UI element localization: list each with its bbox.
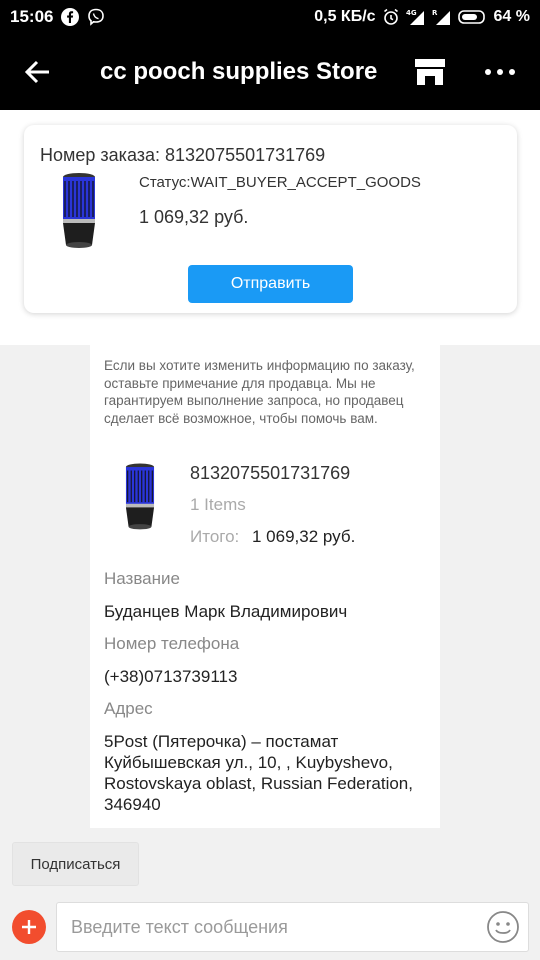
message-items-count: 1 Items — [190, 495, 246, 514]
store-button[interactable] — [400, 34, 460, 110]
order-message: Если вы хотите изменить информацию по за… — [90, 345, 440, 828]
status-bar: 15:06 0,5 КБ/с 4G R 64 % — [0, 0, 540, 34]
message-total-label: Итого: — [190, 527, 240, 546]
product-image[interactable] — [54, 169, 104, 251]
phone-value: (+38)0713739113 — [104, 667, 238, 686]
facebook-icon — [61, 8, 80, 26]
name-value: Буданцев Марк Владимирович — [104, 602, 348, 621]
address-label: Адрес — [104, 699, 153, 718]
add-attachment-button[interactable] — [12, 910, 46, 944]
smiley-icon — [487, 911, 519, 943]
battery-percent: 64 % — [493, 8, 530, 25]
order-status: Статус:WAIT_BUYER_ACCEPT_GOODS — [139, 174, 421, 191]
signal-4g-icon: 4G — [406, 9, 426, 25]
battery-icon — [457, 9, 488, 25]
send-button[interactable]: Отправить — [188, 265, 353, 303]
signal-roaming-icon: R — [432, 9, 452, 25]
back-button[interactable] — [0, 34, 76, 110]
network-speed: 0,5 КБ/с — [314, 8, 376, 25]
address-value: 5Post (Пятерочка) – постамат Куйбышевска… — [104, 732, 413, 814]
status-time: 15:06 — [10, 7, 54, 26]
order-card: Номер заказа: 8132075501731769 Статус:WA… — [24, 125, 517, 313]
message-total: 1 069,32 руб. — [252, 527, 356, 546]
order-number: Номер заказа: 8132075501731769 — [40, 145, 326, 165]
phone-label: Номер телефона — [104, 634, 240, 653]
svg-text:4G: 4G — [406, 9, 417, 17]
plus-icon — [22, 920, 36, 934]
viber-icon — [87, 8, 105, 26]
back-arrow-icon — [25, 60, 49, 84]
svg-text:R: R — [432, 9, 438, 17]
name-label: Название — [104, 569, 180, 588]
message-note: Если вы хотите изменить информацию по за… — [104, 358, 415, 426]
store-icon — [415, 59, 445, 85]
more-button[interactable] — [460, 34, 540, 110]
message-product-image[interactable] — [118, 460, 162, 532]
app-bar: cc pooch supplies Store — [0, 34, 540, 110]
message-input[interactable] — [57, 903, 477, 951]
emoji-button[interactable] — [486, 910, 520, 944]
page-title: cc pooch supplies Store — [100, 58, 378, 85]
order-price: 1 069,32 руб. — [139, 207, 249, 227]
alarm-icon — [382, 8, 400, 26]
message-order-number: 8132075501731769 — [190, 463, 351, 483]
subscribe-button[interactable]: Подписаться — [12, 842, 139, 886]
message-input-box — [56, 902, 529, 952]
more-icon — [485, 69, 491, 75]
